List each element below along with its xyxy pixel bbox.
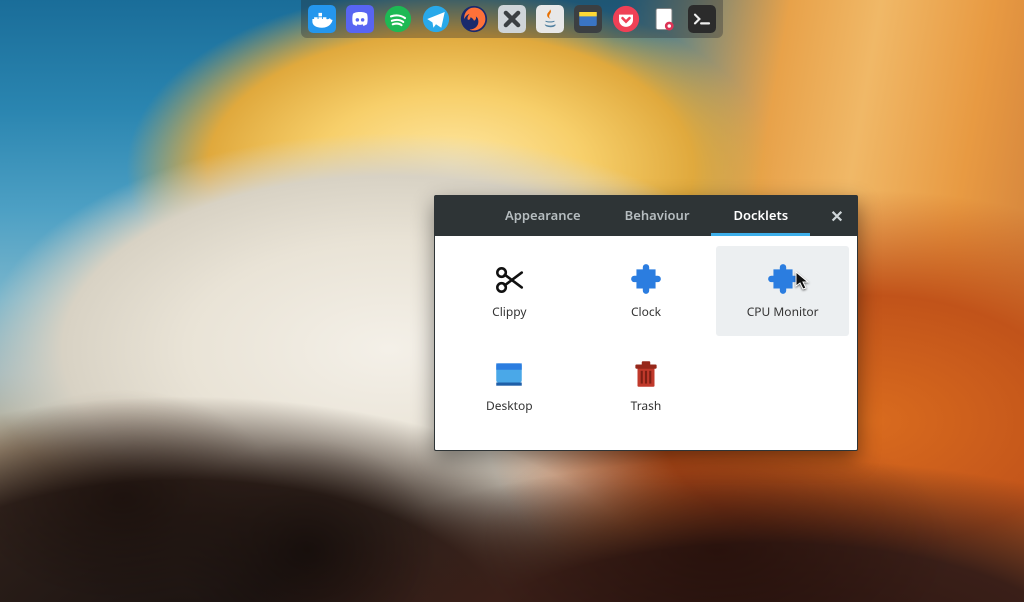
docklet-trash[interactable]: Trash: [580, 340, 713, 430]
telegram-icon: [422, 5, 450, 33]
dock-item-document[interactable]: [647, 2, 681, 36]
docklet-clock[interactable]: Clock: [580, 246, 713, 336]
firefox-icon: [460, 5, 488, 33]
tab-docklets[interactable]: Docklets: [711, 196, 810, 236]
trash-icon: [629, 357, 663, 391]
files-icon: [574, 5, 602, 33]
dock-item-docker[interactable]: [305, 2, 339, 36]
spotify-icon: [384, 5, 412, 33]
discord-icon: [346, 5, 374, 33]
java-icon: [536, 5, 564, 33]
dock-item-terminal[interactable]: [685, 2, 719, 36]
docklets-grid: Clippy Clock CPU Monitor Desktop Trash: [435, 236, 857, 440]
terminal-icon: [688, 5, 716, 33]
dock-item-telegram[interactable]: [419, 2, 453, 36]
dock-item-java[interactable]: [533, 2, 567, 36]
dock-preferences-window: Appearance Behaviour Docklets ✕ Clippy C…: [434, 195, 858, 451]
dock-item-unknown-x[interactable]: [495, 2, 529, 36]
tab-behaviour[interactable]: Behaviour: [603, 196, 712, 236]
top-dock: [301, 0, 723, 38]
docklet-label: Trash: [631, 397, 662, 414]
pocket-icon: [612, 5, 640, 33]
dock-item-pocket[interactable]: [609, 2, 643, 36]
prefs-header: Appearance Behaviour Docklets ✕: [435, 196, 857, 236]
docklet-cpu-monitor[interactable]: CPU Monitor: [716, 246, 849, 336]
scissors-icon: [492, 263, 526, 297]
docklet-clippy[interactable]: Clippy: [443, 246, 576, 336]
close-button[interactable]: ✕: [817, 196, 857, 236]
docklet-label: Clippy: [492, 303, 526, 320]
prefs-tabs: Appearance Behaviour Docklets: [483, 196, 810, 236]
puzzle-icon: [766, 263, 800, 297]
docklet-label: Clock: [631, 303, 661, 320]
dock-item-spotify[interactable]: [381, 2, 415, 36]
document-icon: [650, 5, 678, 33]
unknown-x-icon: [498, 5, 526, 33]
docklet-label: Desktop: [486, 397, 533, 414]
dock-item-discord[interactable]: [343, 2, 377, 36]
docklet-label: CPU Monitor: [747, 303, 819, 320]
docker-icon: [308, 5, 336, 33]
docklet-desktop[interactable]: Desktop: [443, 340, 576, 430]
puzzle-icon: [629, 263, 663, 297]
dock-item-files[interactable]: [571, 2, 605, 36]
tab-appearance[interactable]: Appearance: [483, 196, 603, 236]
desktop-icon: [492, 357, 526, 391]
dock-item-firefox[interactable]: [457, 2, 491, 36]
